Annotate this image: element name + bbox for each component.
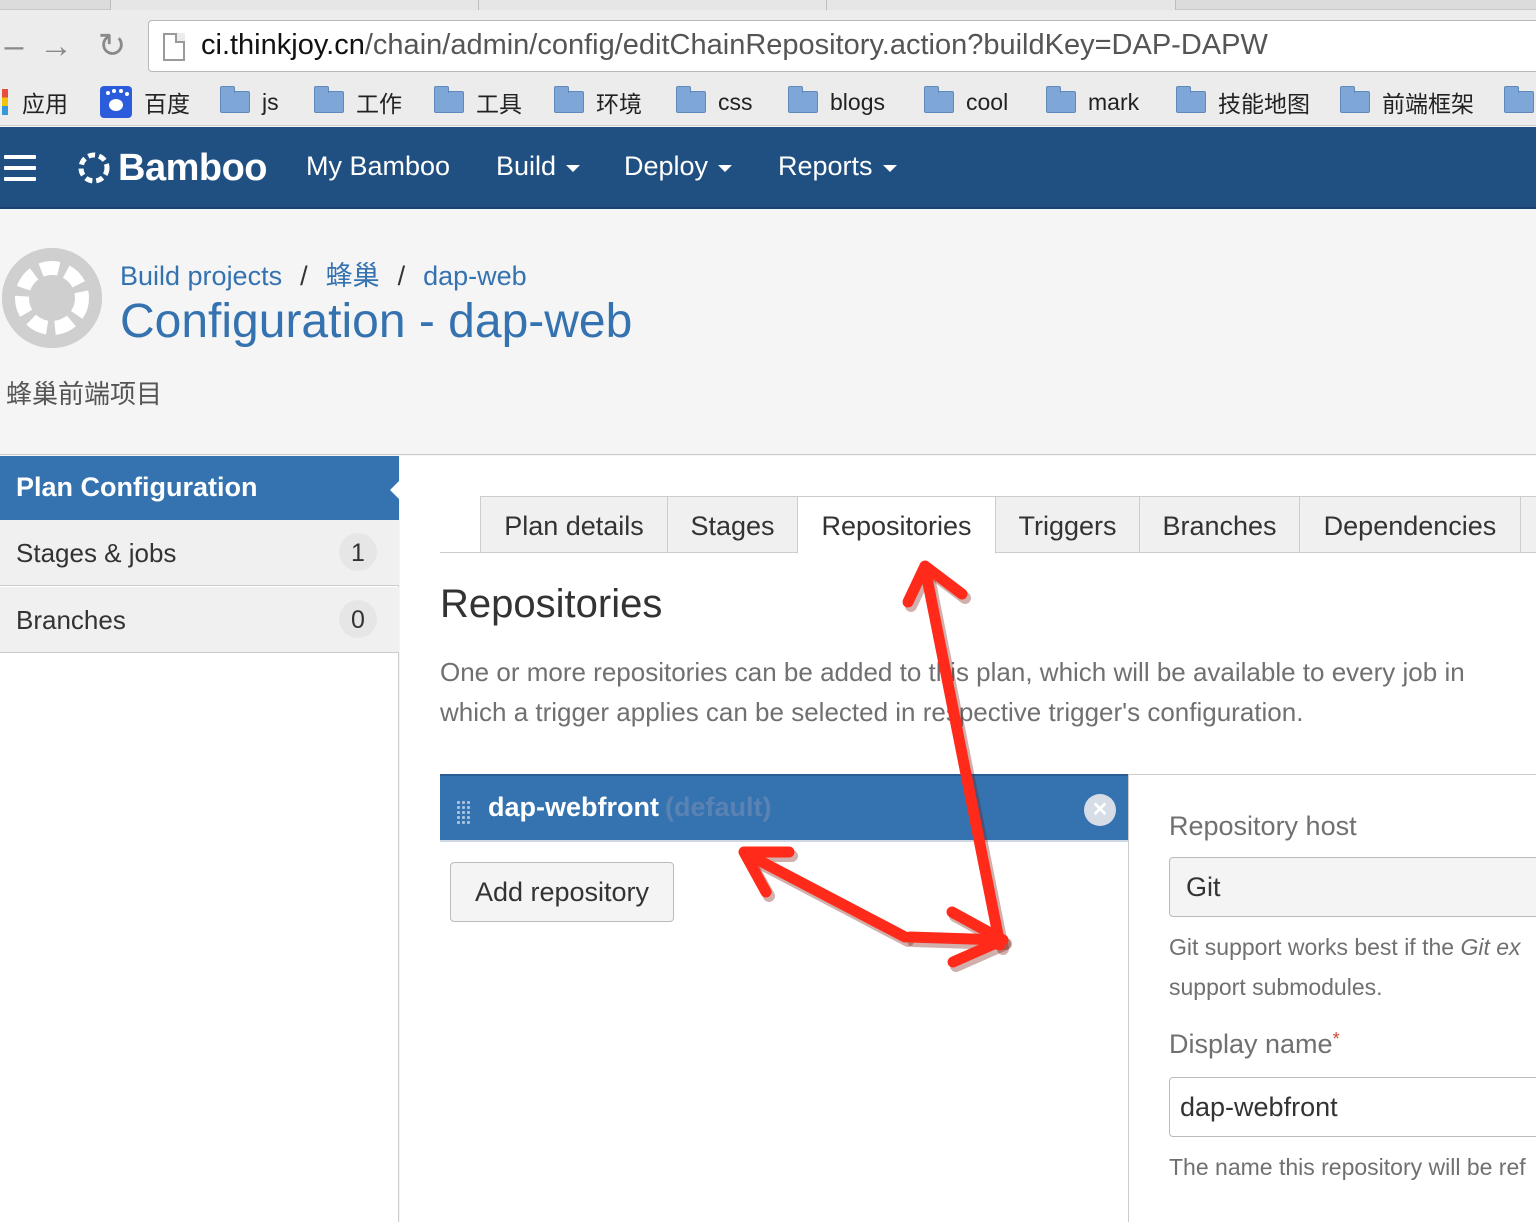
tab-triggers[interactable]: Triggers: [995, 496, 1140, 553]
bookmark-skill-map[interactable]: 技能地图: [1176, 86, 1310, 118]
repository-list-item[interactable]: dap-webfront (default) ✕: [440, 774, 1128, 840]
menu-icon[interactable]: [4, 155, 36, 181]
project-avatar-icon: [2, 248, 102, 348]
bookmark-work[interactable]: 工作: [314, 86, 402, 118]
sidebar-item-branches[interactable]: Branches 0: [0, 587, 399, 653]
repository-host-select[interactable]: Git: [1169, 857, 1536, 917]
chevron-down-icon: [718, 164, 733, 172]
folder-icon: [314, 86, 344, 113]
folder-icon: [554, 86, 584, 113]
bookmark-mark[interactable]: mark: [1046, 86, 1139, 118]
nav-deploy[interactable]: Deploy: [624, 151, 733, 182]
default-tag: (default): [664, 792, 772, 822]
folder-icon: [1046, 86, 1076, 113]
forward-icon[interactable]: →: [34, 24, 78, 68]
tab-more[interactable]: [1520, 496, 1536, 553]
count-badge: 0: [339, 600, 377, 638]
folder-icon: [676, 86, 706, 113]
baidu-paw-icon: [100, 86, 132, 118]
repository-host-help-2: support submodules.: [1169, 974, 1383, 1000]
bookmark-env[interactable]: 环境: [554, 86, 642, 118]
address-bar[interactable]: ci.thinkjoy.cn/chain/admin/config/editCh…: [148, 20, 1536, 72]
sidebar: Plan Configuration Stages & jobs 1 Branc…: [0, 456, 400, 1222]
page-icon: [163, 33, 185, 61]
section-title: Repositories: [440, 582, 663, 626]
tab-branches[interactable]: Branches: [1139, 496, 1300, 553]
bookmarks-bar: 应用 百度 js 工作 工具 环境 css blogs cool mark 技能…: [0, 78, 1536, 126]
display-name-help: The name this repository will be ref: [1169, 1154, 1526, 1180]
tab-stages[interactable]: Stages: [667, 496, 798, 553]
repository-host-label: Repository host: [1169, 811, 1357, 841]
breadcrumb-plan[interactable]: dap-web: [423, 261, 527, 291]
bookmark-more[interactable]: [1504, 86, 1536, 118]
page-description: 蜂巢前端项目: [6, 379, 163, 409]
main-content: Plan details Stages Repositories Trigger…: [400, 456, 1536, 1222]
repository-list-divider: [440, 840, 1130, 842]
chevron-down-icon: [566, 164, 581, 172]
add-repository-button[interactable]: Add repository: [450, 862, 674, 922]
chevron-down-icon: [882, 164, 897, 172]
page-title: Configuration - dap-web: [120, 295, 633, 348]
back-icon[interactable]: –: [0, 24, 36, 68]
bookmark-baidu[interactable]: 百度: [100, 86, 190, 118]
folder-icon: [220, 86, 250, 113]
project-avatar: [2, 248, 102, 348]
sidebar-item-plan-configuration[interactable]: Plan Configuration: [0, 456, 400, 520]
reload-icon[interactable]: ↻: [90, 24, 134, 68]
folder-icon: [788, 86, 818, 113]
url-text[interactable]: ci.thinkjoy.cn/chain/admin/config/editCh…: [201, 29, 1268, 62]
nav-reports[interactable]: Reports: [778, 151, 897, 182]
section-intro: One or more repositories can be added to…: [440, 657, 1465, 727]
breadcrumb-project[interactable]: 蜂巢: [326, 261, 380, 291]
remove-icon[interactable]: ✕: [1084, 794, 1116, 826]
page-header: Build projects / 蜂巢 / dap-web Configuration …: [0, 210, 1536, 455]
apps-icon: [2, 89, 8, 115]
browser-tab[interactable]: [478, 0, 828, 10]
repository-name: dap-webfront: [488, 792, 659, 822]
app-header: Bamboo My Bamboo Build Deploy Reports: [0, 127, 1536, 209]
display-name-field[interactable]: dap-webfront: [1169, 1077, 1536, 1137]
folder-icon: [924, 86, 954, 113]
tab-plan-details[interactable]: Plan details: [480, 496, 668, 553]
folder-icon: [1504, 86, 1534, 113]
display-name-label: Display name*: [1169, 1029, 1340, 1059]
folder-icon: [1176, 86, 1206, 113]
nav-build[interactable]: Build: [496, 151, 581, 182]
tab-dependencies[interactable]: Dependencies: [1299, 496, 1521, 553]
bookmark-js[interactable]: js: [220, 86, 279, 118]
breadcrumb-build-projects[interactable]: Build projects: [120, 261, 282, 291]
bookmark-frontend-frameworks[interactable]: 前端框架: [1340, 86, 1474, 118]
required-indicator: *: [1332, 1029, 1340, 1049]
browser-toolbar: – → ↻ ci.thinkjoy.cn/chain/admin/config/…: [0, 0, 1536, 78]
nav-my-bamboo[interactable]: My Bamboo: [306, 151, 450, 182]
bookmark-css[interactable]: css: [676, 86, 753, 118]
breadcrumb: Build projects / 蜂巢 / dap-web: [120, 261, 527, 291]
browser-tab[interactable]: [110, 0, 480, 10]
repository-host-help: Git support works best if the Git ex: [1169, 934, 1521, 960]
bamboo-logo-icon: [78, 152, 110, 184]
bookmark-tools[interactable]: 工具: [434, 86, 522, 118]
bookmark-apps[interactable]: 应用: [2, 86, 68, 118]
count-badge: 1: [339, 533, 377, 571]
drag-handle-icon[interactable]: [456, 800, 470, 824]
bamboo-logo[interactable]: Bamboo: [76, 145, 268, 191]
folder-icon: [434, 86, 464, 113]
browser-tab[interactable]: [826, 0, 1176, 10]
folder-icon: [1340, 86, 1370, 113]
browser-tab-strip: [0, 0, 1536, 10]
sidebar-item-stages-jobs[interactable]: Stages & jobs 1: [0, 520, 399, 586]
tab-repositories[interactable]: Repositories: [797, 496, 996, 554]
repository-settings-panel: Repository host Git Git support works be…: [1128, 774, 1536, 1222]
bookmark-blogs[interactable]: blogs: [788, 86, 885, 118]
bookmark-cool[interactable]: cool: [924, 86, 1008, 118]
